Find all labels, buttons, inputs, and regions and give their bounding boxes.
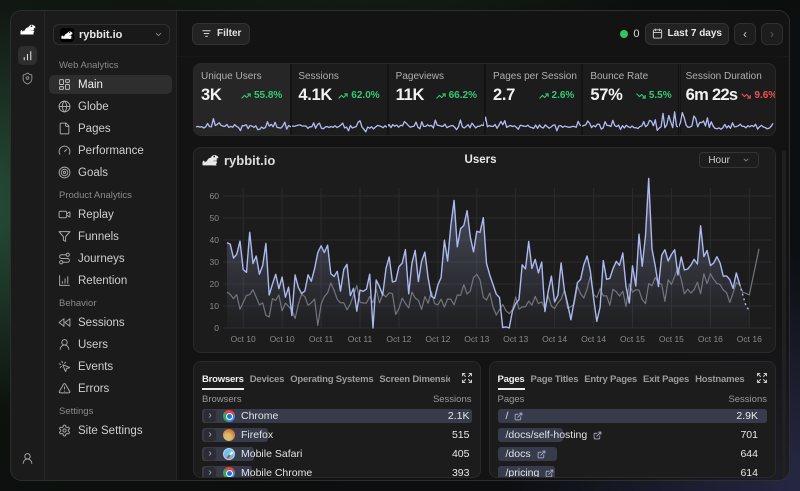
svg-text:Oct 12: Oct 12 — [425, 334, 450, 344]
svg-text:Oct 10: Oct 10 — [270, 334, 295, 344]
svg-text:60: 60 — [210, 191, 220, 201]
svg-text:Oct 15: Oct 15 — [620, 334, 645, 344]
svg-text:Oct 16: Oct 16 — [698, 334, 723, 344]
svg-text:0: 0 — [214, 323, 219, 333]
svg-text:30: 30 — [210, 257, 220, 267]
svg-text:Oct 13: Oct 13 — [503, 334, 528, 344]
svg-text:Oct 10: Oct 10 — [231, 334, 256, 344]
svg-text:Oct 11: Oct 11 — [348, 334, 373, 344]
svg-text:Oct 14: Oct 14 — [542, 334, 567, 344]
svg-text:Oct 12: Oct 12 — [386, 334, 411, 344]
svg-text:40: 40 — [210, 235, 220, 245]
svg-text:Oct 11: Oct 11 — [309, 334, 334, 344]
svg-text:Oct 14: Oct 14 — [581, 334, 606, 344]
svg-text:50: 50 — [210, 213, 220, 223]
svg-text:Oct 13: Oct 13 — [464, 334, 489, 344]
svg-text:Oct 16: Oct 16 — [737, 334, 762, 344]
svg-text:10: 10 — [210, 301, 220, 311]
svg-text:Oct 15: Oct 15 — [659, 334, 684, 344]
svg-text:20: 20 — [210, 279, 220, 289]
